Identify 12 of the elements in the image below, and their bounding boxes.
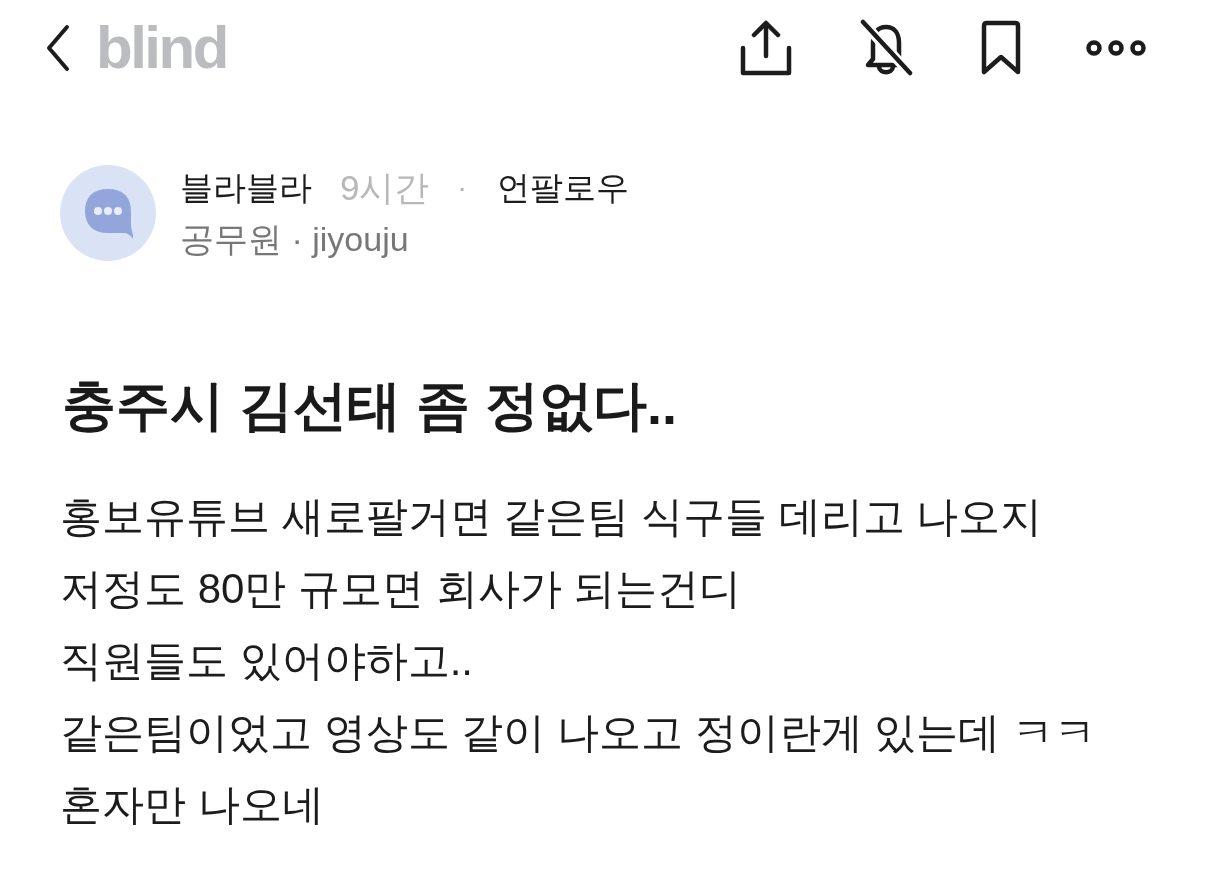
separator-dot: · [457,171,467,205]
blind-logo: blind [96,16,227,80]
share-icon [740,20,792,76]
author-name: 블라블라 [180,168,312,208]
more-icon [1086,39,1146,57]
post-body: 홍보유튜브 새로팔거면 같은팀 식구들 데리고 나오지 저정도 80만 규모면 회사가 되는건디 직원들도 있어야하고.. 같은팀이었고 영상도 같이 나오고 정이란게 있는데 ㅋㅋ 혼자만 나오네 [60,492,1096,830]
post-time: 9시간 [340,167,430,209]
author-affiliation: 공무원 · jiyouju [180,219,410,259]
chat-bubble-avatar-icon [60,165,156,261]
back-chevron-icon [46,24,70,72]
post-title: 충주시 김선태 좀 정없다.. [62,374,677,437]
unfollow-button[interactable]: 언팔로우 [496,167,629,209]
